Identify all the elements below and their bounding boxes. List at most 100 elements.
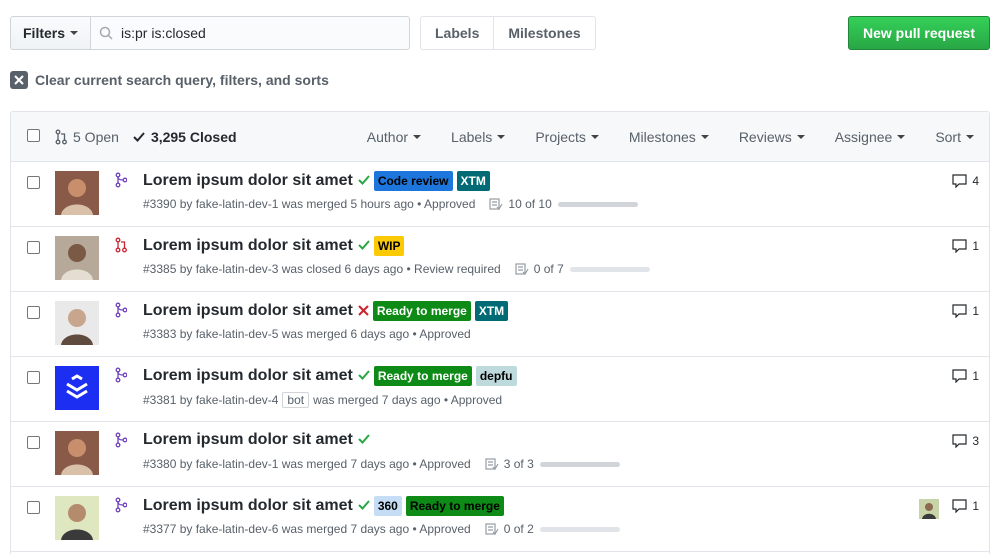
- chevron-down-icon: [590, 134, 599, 139]
- row-checkbox[interactable]: [27, 306, 40, 319]
- filters-button[interactable]: Filters: [10, 16, 91, 50]
- sort-menu[interactable]: Sort: [920, 129, 989, 145]
- pull-request-row: Lorem ipsum dolor sit amet 360 Ready to me…: [11, 487, 989, 552]
- labels-milestones-nav: Labels Milestones: [420, 16, 596, 50]
- check-failure-icon[interactable]: [358, 303, 369, 319]
- comments-link[interactable]: 3: [952, 434, 979, 448]
- closed-toggle[interactable]: 3,295 Closed: [133, 129, 237, 145]
- avatar[interactable]: [55, 236, 99, 280]
- check-icon: [133, 131, 145, 142]
- comment-count: 1: [972, 499, 979, 513]
- pull-request-title[interactable]: Lorem ipsum dolor sit amet: [143, 302, 353, 320]
- pull-request-row: Lorem ipsum dolor sit amet WIP #3385 by fa…: [11, 227, 989, 292]
- title-line: Lorem ipsum dolor sit amet Code review XTM: [143, 171, 490, 191]
- check-success-icon[interactable]: [358, 498, 370, 514]
- row-checkbox[interactable]: [27, 176, 40, 189]
- issue-label[interactable]: Ready to merge: [373, 366, 472, 386]
- labels-menu[interactable]: Labels: [436, 129, 520, 145]
- task-progress: 3 of 3: [485, 457, 620, 471]
- meta-text: #3380 by fake-latin-dev-1 was merged 7 d…: [143, 457, 471, 471]
- search-input[interactable]: [121, 25, 391, 41]
- pull-request-icon: [55, 129, 67, 144]
- comments-link[interactable]: 1: [952, 239, 979, 253]
- comment-icon: [952, 434, 967, 448]
- task-count: 3 of 3: [503, 457, 534, 471]
- milestones-link[interactable]: Milestones: [493, 17, 594, 49]
- task-count: 0 of 7: [533, 262, 564, 276]
- pull-request-title[interactable]: Lorem ipsum dolor sit amet: [143, 237, 353, 255]
- avatar[interactable]: [55, 171, 99, 215]
- filter-menus: Author Labels Projects Milestones Review…: [352, 129, 989, 145]
- bot-badge: bot: [282, 392, 310, 408]
- comment-icon: [952, 304, 967, 318]
- pull-request-row: Lorem ipsum dolor sit amet Ready to merge…: [11, 292, 989, 357]
- row-checkbox[interactable]: [27, 371, 40, 384]
- issue-label[interactable]: depfu: [475, 366, 517, 386]
- pull-request-rows: Lorem ipsum dolor sit amet Code review XTM…: [11, 162, 989, 552]
- filters-label: Filters: [23, 25, 66, 41]
- avatar[interactable]: [55, 496, 99, 540]
- check-success-icon[interactable]: [358, 368, 370, 384]
- sort-menu-label: Sort: [935, 128, 961, 145]
- chevron-down-icon: [966, 134, 974, 139]
- author-menu-label: Author: [366, 128, 409, 145]
- reviews-menu[interactable]: Reviews: [724, 129, 820, 145]
- row-checkbox[interactable]: [27, 436, 40, 449]
- title-line: Lorem ipsum dolor sit amet Ready to merge…: [143, 366, 517, 386]
- pull-request-title[interactable]: Lorem ipsum dolor sit amet: [143, 172, 353, 190]
- comment-icon: [952, 174, 967, 188]
- clear-query-text: Clear current search query, filters, and…: [35, 72, 329, 88]
- chevron-down-icon: [897, 134, 906, 139]
- comment-count: 1: [972, 304, 979, 318]
- open-count: 5 Open: [73, 128, 119, 145]
- issue-label[interactable]: Ready to merge: [405, 496, 504, 516]
- issue-label[interactable]: Code review: [373, 171, 453, 191]
- comment-icon: [952, 499, 967, 513]
- issue-label[interactable]: 360: [373, 496, 402, 516]
- issue-label[interactable]: XTM: [456, 171, 490, 191]
- comments-link[interactable]: 1: [952, 369, 979, 383]
- open-toggle[interactable]: 5 Open: [55, 129, 119, 145]
- pull-request-meta: #3385 by fake-latin-dev-3 was closed 6 d…: [143, 262, 650, 276]
- labels-link[interactable]: Labels: [421, 17, 493, 49]
- check-success-icon[interactable]: [358, 238, 370, 254]
- list-header: 5 Open 3,295 Closed Author Labels Projec…: [11, 112, 989, 162]
- avatar[interactable]: [55, 431, 99, 475]
- pull-request-title[interactable]: Lorem ipsum dolor sit amet: [143, 367, 353, 385]
- row-checkbox[interactable]: [27, 501, 40, 514]
- issue-label[interactable]: XTM: [474, 301, 509, 321]
- chevron-down-icon: [700, 134, 709, 139]
- select-all-checkbox[interactable]: [27, 129, 40, 142]
- new-pull-request-button[interactable]: New pull request: [848, 16, 990, 50]
- milestones-menu[interactable]: Milestones: [614, 129, 724, 145]
- assignee-avatar[interactable]: [919, 499, 939, 519]
- merged-icon: [115, 432, 128, 451]
- pull-request-title[interactable]: Lorem ipsum dolor sit amet: [143, 497, 353, 515]
- clear-query-link[interactable]: Clear current search query, filters, and…: [10, 71, 329, 89]
- pull-request-meta: #3383 by fake-latin-dev-5 was merged 6 d…: [143, 327, 471, 341]
- search-field[interactable]: [90, 16, 410, 50]
- issue-label[interactable]: Ready to merge: [372, 301, 471, 321]
- issue-label[interactable]: WIP: [373, 236, 405, 256]
- projects-menu-label: Projects: [535, 128, 586, 145]
- checklist-icon: [515, 263, 529, 275]
- author-menu[interactable]: Author: [352, 129, 436, 145]
- avatar[interactable]: [55, 301, 99, 345]
- check-success-icon[interactable]: [358, 173, 370, 189]
- pull-request-row: Lorem ipsum dolor sit amet #3380 by fake-…: [11, 422, 989, 487]
- state-toggles: 5 Open 3,295 Closed: [55, 129, 237, 145]
- comments-link[interactable]: 1: [952, 304, 979, 318]
- meta-text: #3385 by fake-latin-dev-3 was closed 6 d…: [143, 262, 501, 276]
- checklist-icon: [485, 458, 499, 470]
- row-checkbox[interactable]: [27, 241, 40, 254]
- comments-link[interactable]: 4: [952, 174, 979, 188]
- task-progress-bar: [539, 526, 620, 532]
- assignee-menu[interactable]: Assignee: [820, 129, 921, 145]
- avatar[interactable]: [55, 366, 99, 410]
- task-count: 10 of 10: [508, 197, 552, 211]
- projects-menu[interactable]: Projects: [520, 129, 614, 145]
- comments-link[interactable]: 1: [952, 499, 979, 513]
- meta-text: #3377 by fake-latin-dev-6 was merged 7 d…: [143, 522, 471, 536]
- pull-request-title[interactable]: Lorem ipsum dolor sit amet: [143, 431, 353, 449]
- check-success-icon[interactable]: [358, 432, 370, 448]
